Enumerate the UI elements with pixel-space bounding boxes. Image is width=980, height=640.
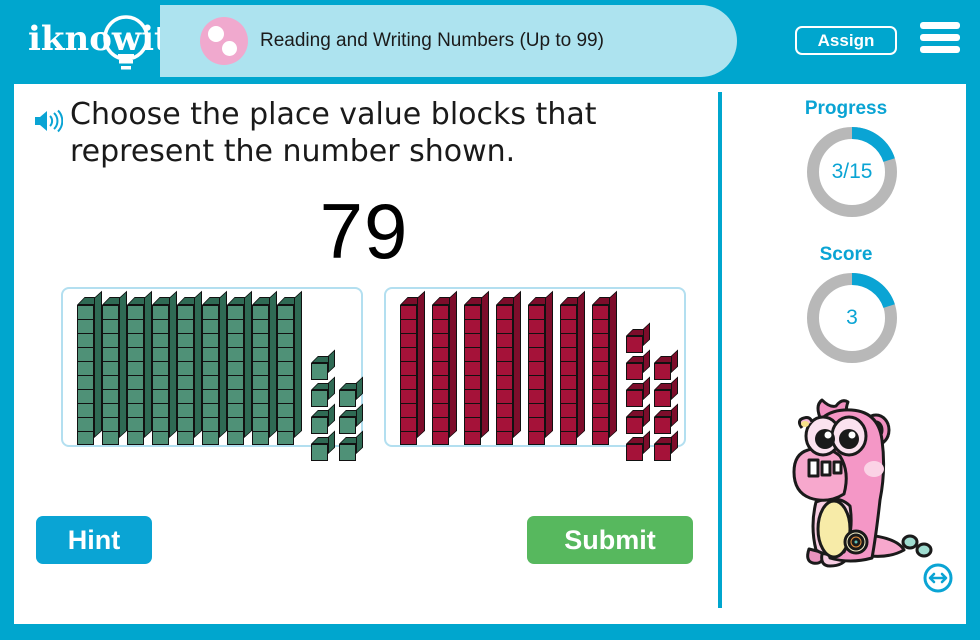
ones-cube <box>339 403 363 434</box>
tens-rod <box>252 290 278 447</box>
tens-rod <box>77 290 103 447</box>
place-value-blocks-red <box>386 289 684 461</box>
ones-cube <box>626 349 650 380</box>
vertical-divider <box>718 92 722 608</box>
assign-button[interactable]: Assign <box>795 26 897 55</box>
ones-cube <box>339 376 363 407</box>
ones-cube <box>654 376 678 407</box>
ones-cube <box>654 403 678 434</box>
app-root: iknowit Reading and Writing Numbers (Up … <box>0 0 980 640</box>
app-header: iknowit Reading and Writing Numbers (Up … <box>0 0 980 78</box>
progress-label: Progress <box>804 98 888 119</box>
lightbulb-icon: iknowit <box>28 15 170 70</box>
tens-rod <box>277 290 303 447</box>
tens-rod <box>152 290 178 447</box>
ones-cube <box>626 322 650 353</box>
tens-rod <box>592 290 618 447</box>
ones-cube <box>311 376 335 407</box>
ones-cube <box>654 349 678 380</box>
sidebar: Progress 3/15 Score 3 <box>726 84 966 624</box>
tens-rod <box>464 290 490 447</box>
question-area: Choose the place value blocks that repre… <box>24 96 684 170</box>
tens-rod <box>496 290 522 447</box>
answer-option-red[interactable] <box>384 287 686 461</box>
ones-cube <box>654 430 678 461</box>
target-number: 79 <box>319 187 409 275</box>
score-value: 3 <box>846 306 858 329</box>
resize-arrows-icon[interactable] <box>922 562 954 594</box>
tens-rod <box>177 290 203 447</box>
score-label: Score <box>819 244 873 265</box>
lesson-title-pill: Reading and Writing Numbers (Up to 99) <box>160 5 737 77</box>
submit-button[interactable]: Submit <box>527 516 693 564</box>
question-text: Choose the place value blocks that repre… <box>70 97 597 169</box>
ones-cube <box>626 430 650 461</box>
tens-rod <box>560 290 586 447</box>
dots-badge-icon <box>200 17 248 65</box>
tens-rod <box>102 290 128 447</box>
ones-cube <box>311 430 335 461</box>
svg-text:iknowit: iknowit <box>28 19 170 59</box>
lesson-title: Reading and Writing Numbers (Up to 99) <box>260 30 604 51</box>
tens-rod <box>127 290 153 447</box>
tens-rod <box>432 290 458 447</box>
tens-rod <box>202 290 228 447</box>
place-value-blocks-green <box>63 289 363 461</box>
content-frame: Choose the place value blocks that repre… <box>14 84 966 624</box>
iknowit-logo[interactable]: iknowit <box>22 14 172 72</box>
tens-rod <box>227 290 253 447</box>
ones-cube <box>311 403 335 434</box>
progress-meter: 3/15 <box>804 124 900 220</box>
tens-rod <box>400 290 426 447</box>
hint-button[interactable]: Hint <box>36 516 152 564</box>
speaker-audio-icon[interactable] <box>33 108 64 134</box>
score-meter: 3 <box>804 270 900 366</box>
answer-option-green[interactable] <box>61 287 363 461</box>
hamburger-menu-icon[interactable] <box>920 22 960 58</box>
ones-cube <box>339 430 363 461</box>
progress-value: 3/15 <box>831 160 873 183</box>
ones-cube <box>311 349 335 380</box>
pink-monster-mascot <box>764 384 939 584</box>
ones-cube <box>626 376 650 407</box>
tens-rod <box>528 290 554 447</box>
ones-cube <box>626 403 650 434</box>
